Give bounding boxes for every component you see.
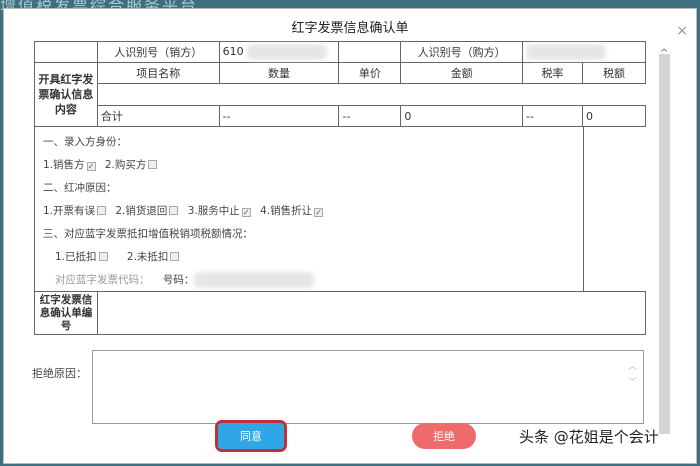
total-cell: 0 [400,105,524,127]
total-cell: 合计 [96,105,220,127]
seller-label: 1.销售方 [43,159,85,171]
header-cell: 单价 [338,62,402,84]
reason-checkbox-error[interactable] [97,206,107,215]
header-cell: 税额 [581,62,647,84]
seller-id-value: 610 [218,41,340,63]
reason-label: 3.服务中止 [187,205,240,217]
confirm-no-value [97,291,646,335]
reason-heading: 二、红冲原因： [43,182,117,194]
header-cell: 项目名称 [96,62,220,84]
confirm-no-table: 红字发票信息确认单编号 [34,291,646,335]
total-cell: -- [522,105,583,127]
reject-button[interactable]: 拒绝 [412,423,476,449]
header-cell: 税率 [522,62,583,84]
confirm-dialog: 红字发票信息确认单 × 人识别号（销方） 610 人识别号（购方） 开具红字发票确… [3,8,697,464]
reason-checkbox-return[interactable] [169,206,179,215]
reason-checkbox-discount[interactable]: ✓ [314,208,324,217]
section-label: 开具红字发票确认信息内容 [34,62,98,127]
options-panel: 一、录入方身份： 1.销售方 ✓ 2.购买方 二、红冲原因： 1.开票有误 2.销… [34,127,584,292]
reason-label: 4.销售折让 [260,205,313,217]
buyer-label: 2.购买方 [104,159,147,171]
watermark: 头条 @花姐是个会计 [519,426,659,447]
reason-label: 1.开票有误 [43,205,96,217]
buyer-checkbox[interactable] [148,160,158,169]
blue-invoice-number-value [194,272,315,288]
reason-checkbox-service-stop[interactable]: ✓ [241,208,251,217]
seller-id-label: 人识别号（销方） [96,41,220,63]
total-cell: 0 [581,105,647,127]
deduction-heading: 三、对应蓝字发票抵扣增值税销项税额情况： [43,228,253,240]
textarea-scroll-icon[interactable]: ︿ ﹀ [628,359,637,391]
agree-button[interactable]: 同意 [215,420,287,452]
buyer-id-label: 人识别号（购方） [400,41,524,63]
reject-reason-label: 拒绝原因： [32,367,87,380]
seller-checkbox[interactable]: ✓ [86,162,96,171]
reason-label: 2.销货退回 [115,205,168,217]
scrollbar[interactable]: ^ [659,48,670,434]
total-cell: -- [338,105,402,127]
entry-party-heading: 一、录入方身份： [43,136,127,148]
scroll-up-icon[interactable]: ^ [660,48,668,59]
invoice-table: 人识别号（销方） 610 人识别号（购方） 开具红字发票确认信息内容 项目名称 数… [34,41,647,127]
total-cell: -- [218,105,340,127]
buyer-id-value [522,41,646,63]
reject-reason-input[interactable] [92,350,644,424]
not-deducted-checkbox[interactable] [170,252,180,261]
deducted-checkbox[interactable] [98,252,108,261]
close-icon[interactable]: × [676,23,688,39]
blue-invoice-code-label: 对应蓝字发票代码： [55,274,150,286]
deducted-label: 1.已抵扣 [55,251,97,263]
not-deducted-label: 2.未抵扣 [126,251,169,263]
dialog-title: 红字发票信息确认单 [291,21,409,36]
confirm-no-label: 红字发票信息确认单编号 [34,291,98,335]
header-cell: 数量 [218,62,340,84]
header-cell: 金额 [400,62,524,84]
blue-invoice-number-label: 号码： [162,274,195,286]
